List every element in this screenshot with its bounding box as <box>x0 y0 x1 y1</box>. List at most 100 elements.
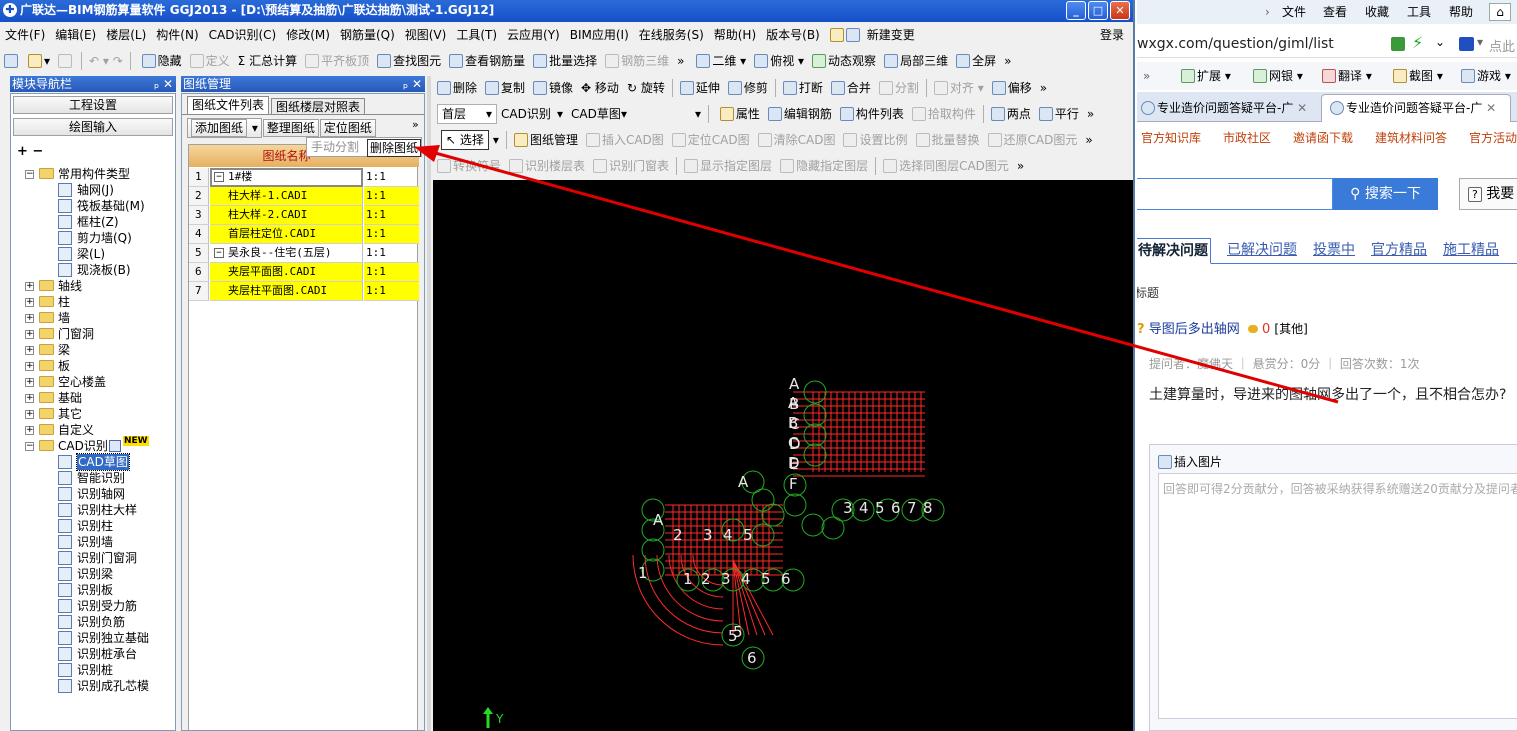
table-row[interactable]: 5− 吴永良--住宅(五层) 1:1 <box>189 244 419 263</box>
menu-new-change[interactable]: 新建变更 <box>825 24 925 46</box>
new-file-button[interactable] <box>0 49 24 73</box>
set-scale-button[interactable]: 设置比例 <box>839 128 911 152</box>
search-input[interactable] <box>1137 178 1333 210</box>
expand-collapse-all-icon[interactable]: + − <box>17 144 43 159</box>
drawing-scale-cell[interactable]: 1:1 <box>364 244 419 263</box>
browser-menu-tools[interactable]: 工具 <box>1407 0 1431 24</box>
toolbar-more-6[interactable]: » <box>1013 154 1028 178</box>
drawing-scale-cell[interactable]: 1:1 <box>364 282 419 301</box>
tree-item[interactable]: 轴网(J) <box>11 182 175 198</box>
tree-item[interactable]: 识别桩 <box>11 662 175 678</box>
url-dropdown-icon[interactable]: ⌄ <box>1435 35 1445 49</box>
qtab-pending[interactable]: 待解决问题 <box>1137 238 1211 264</box>
drawing-toolbar-more[interactable]: » <box>412 118 419 131</box>
drawing-scale-cell[interactable]: 1:1 <box>364 168 419 187</box>
tree-item[interactable]: 识别桩承台 <box>11 646 175 662</box>
floor-select[interactable]: 首层 ▾ <box>437 104 497 124</box>
menu-file[interactable]: 文件(F) <box>0 24 50 46</box>
hide-button[interactable]: 隐藏 <box>138 49 186 73</box>
browser-tab-1[interactable]: 专业造价问题答疑平台-广 ✕ <box>1137 96 1315 122</box>
find-button[interactable]: 查找图元 <box>373 49 445 73</box>
project-settings-button[interactable]: 工程设置 <box>13 96 173 114</box>
expand-icon[interactable]: + <box>25 362 34 371</box>
clear-cad-button[interactable]: 清除CAD图 <box>754 128 840 152</box>
convert-symbol-button[interactable]: 转换符号 <box>433 154 505 178</box>
tab-drawing-list[interactable]: 图纸文件列表 <box>187 96 270 114</box>
qtab-construction[interactable]: 施工精品 <box>1443 238 1499 262</box>
menu-tools[interactable]: 工具(T) <box>451 24 502 46</box>
show-layer-button[interactable]: 显示指定图层 <box>680 154 776 178</box>
undo-button[interactable]: ↶ ▾ ↷ <box>85 49 127 73</box>
drawing-name-cell[interactable]: − 吴永良--住宅(五层) <box>210 244 363 263</box>
copy-button[interactable]: 复制 <box>481 76 529 100</box>
drawing-scale-cell[interactable]: 1:1 <box>364 225 419 244</box>
tree-item[interactable]: 识别板 <box>11 582 175 598</box>
drawing-name-cell[interactable]: 夹层平面图.CADI <box>210 263 363 282</box>
component-select[interactable]: ▾ <box>631 102 705 126</box>
table-row[interactable]: 3 柱大样-2.CADI 1:1 <box>189 206 419 225</box>
rotate-button[interactable]: ↻ 旋转 <box>623 76 669 100</box>
tab-close-icon[interactable]: ✕ <box>1297 101 1307 115</box>
maximize-button[interactable]: □ <box>1088 1 1108 20</box>
drawing-scale-cell[interactable]: 1:1 <box>364 187 419 206</box>
drawing-mgmt-button[interactable]: 图纸管理 <box>510 128 582 152</box>
dynamic-view-button[interactable]: 动态观察 <box>808 49 880 73</box>
tree-item[interactable]: 筏板基础(M) <box>11 198 175 214</box>
insert-image-button[interactable]: 插入图片 <box>1158 453 1222 470</box>
search-button[interactable]: ⚲ 搜索一下 <box>1333 178 1438 210</box>
collapse-icon[interactable]: − <box>25 170 34 179</box>
tree-item[interactable]: 识别轴网 <box>11 486 175 502</box>
ext-extend[interactable]: 扩展 ▾ <box>1181 62 1231 90</box>
menu-modify[interactable]: 修改(M) <box>281 24 335 46</box>
parallel-button[interactable]: 平行 <box>1035 102 1083 126</box>
view-rebar-button[interactable]: 查看钢筋量 <box>445 49 529 73</box>
tree-folder[interactable]: + 空心楼盖 <box>11 374 175 390</box>
insert-cad-button[interactable]: 插入CAD图 <box>582 128 668 152</box>
tab-floor-mapping[interactable]: 图纸楼层对照表 <box>271 98 366 114</box>
top-view-dropdown[interactable]: 俯视 ▾ <box>750 49 808 73</box>
recog-floor-table-button[interactable]: 识别楼层表 <box>505 154 589 178</box>
component-list-button[interactable]: 构件列表 <box>836 102 908 126</box>
tree-item[interactable]: 剪力墙(Q) <box>11 230 175 246</box>
minimize-button[interactable]: _ <box>1066 1 1086 20</box>
tree-item[interactable]: 梁(L) <box>11 246 175 262</box>
menu-help[interactable]: 帮助(H) <box>709 24 761 46</box>
flat-top-button[interactable]: 平齐板顶 <box>301 49 373 73</box>
move-button[interactable]: ✥ 移动 <box>577 76 623 100</box>
toolbar-more-4[interactable]: » <box>1083 102 1098 126</box>
answer-textarea[interactable]: 回答即可得2分贡献分，回答被采纳获得系统赠送20贡献分及提问者 <box>1158 473 1517 719</box>
toolbar-more-3[interactable]: » <box>1036 76 1051 100</box>
link-materials[interactable]: 建筑材料问答 <box>1375 128 1447 148</box>
menu-cad[interactable]: CAD识别(C) <box>204 24 282 46</box>
menu-version[interactable]: 版本号(B) <box>761 24 825 46</box>
category-select[interactable]: CAD识别 ▾ <box>497 102 567 126</box>
drawing-scale-cell[interactable]: 1:1 <box>364 206 419 225</box>
trim-button[interactable]: 修剪 <box>724 76 772 100</box>
fullscreen-button[interactable]: 全屏 <box>952 49 1000 73</box>
tree-item[interactable]: 识别梁 <box>11 566 175 582</box>
toolbar-more-5[interactable]: » <box>1081 128 1096 152</box>
define-button[interactable]: 定义 <box>186 49 234 73</box>
menu-edit[interactable]: 编辑(E) <box>50 24 101 46</box>
question-title[interactable]: 导图后多出轴网 <box>1149 322 1240 337</box>
tree-item[interactable]: 识别墙 <box>11 534 175 550</box>
drawing-name-cell[interactable]: 柱大样-2.CADI <box>210 206 363 225</box>
cad-canvas[interactable]: ABCDEFABCDAA34567812345612345556 Y <box>433 180 1133 731</box>
toolbar-more-2[interactable]: » <box>1000 49 1015 73</box>
tree-item[interactable]: 识别独立基础 <box>11 630 175 646</box>
expand-icon[interactable]: + <box>25 330 34 339</box>
tree-item[interactable]: 识别柱大样 <box>11 502 175 518</box>
browser-home-icon[interactable]: ⌂ <box>1489 3 1511 21</box>
drawing-panel-pin-close[interactable]: ₚ ✕ <box>403 76 422 92</box>
search-hint[interactable]: 点此 <box>1489 36 1515 55</box>
table-row[interactable]: 1−1#楼 1:1 <box>189 168 419 187</box>
tree-folder[interactable]: + 梁 <box>11 342 175 358</box>
menu-bim[interactable]: BIM应用(I) <box>565 24 634 46</box>
tree-folder[interactable]: + 自定义 <box>11 422 175 438</box>
tree-folder[interactable]: + 墙 <box>11 310 175 326</box>
local-3d-button[interactable]: 局部三维 <box>880 49 952 73</box>
drawing-name-cell[interactable]: 夹层柱平面图.CADI <box>210 282 363 301</box>
mirror-button[interactable]: 镜像 <box>529 76 577 100</box>
ext-bank[interactable]: 网银 ▾ <box>1253 62 1303 90</box>
menu-component[interactable]: 构件(N) <box>151 24 203 46</box>
